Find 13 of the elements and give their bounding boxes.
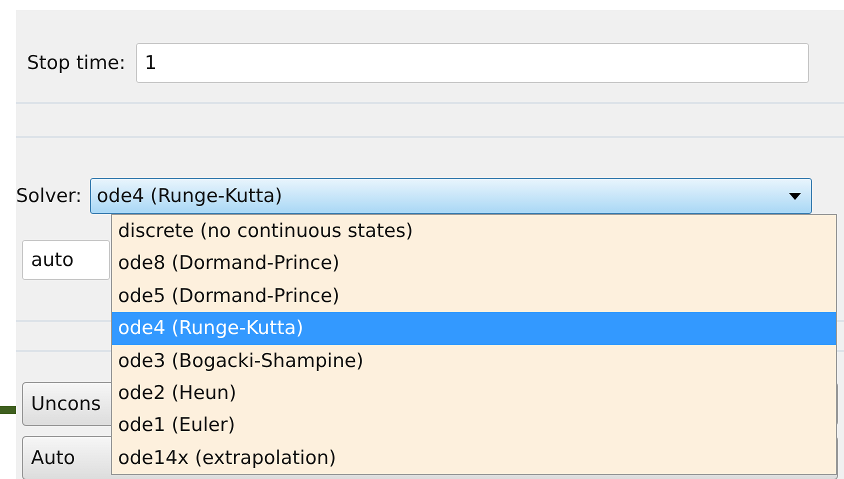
solver-label: Solver: [16,185,82,207]
stop-time-field[interactable]: 1 [136,43,809,83]
step-size-field[interactable]: auto [22,240,110,280]
solver-option[interactable]: ode14x (extrapolation) [112,442,836,474]
solver-option[interactable]: ode2 (Heun) [112,376,836,410]
solver-dropdown[interactable]: ode4 (Runge-Kutta) [90,178,812,214]
solver-option[interactable]: ode3 (Bogacki-Shampine) [112,344,836,377]
stop-time-label: Stop time: [27,52,126,74]
solver-option[interactable]: ode5 (Dormand-Prince) [112,280,836,312]
caret-icon [788,192,801,200]
solver-option[interactable]: discrete (no continuous states) [112,215,836,248]
solver-option[interactable]: ode1 (Euler) [112,409,836,442]
solver-option[interactable]: ode8 (Dormand-Prince) [112,247,836,280]
